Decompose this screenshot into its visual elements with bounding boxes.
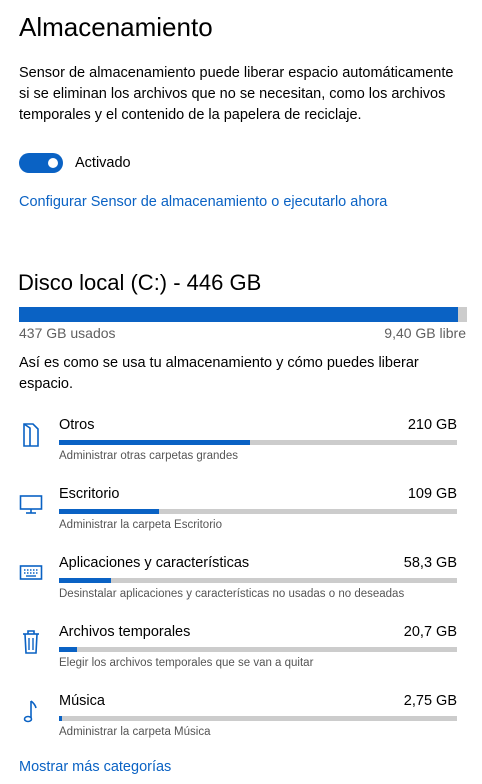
category-size: 109 GB <box>407 486 457 502</box>
category-usage-bar <box>59 647 457 652</box>
category-size: 2,75 GB <box>403 693 457 709</box>
category-name: Música <box>59 693 105 709</box>
page-title: Almacenamiento <box>19 12 213 42</box>
category-size: 58,3 GB <box>403 555 457 571</box>
category-archivos-temporales[interactable]: Archivos temporales 20,7 GB Elegir los a… <box>19 622 459 678</box>
category-usage-bar <box>59 716 457 721</box>
toggle-knob <box>48 158 58 168</box>
category-usage-bar <box>59 578 457 583</box>
disk-used-label: 437 GB usados <box>19 325 116 341</box>
configure-storage-sense-link[interactable]: Configurar Sensor de almacenamiento o ej… <box>19 194 387 210</box>
disk-usage-bar-fill <box>19 307 458 322</box>
category-usage-bar-fill <box>59 509 159 514</box>
monitor-icon <box>19 490 43 518</box>
category-usage-bar <box>59 509 457 514</box>
storage-sense-description: Sensor de almacenamiento puede liberar e… <box>19 65 454 123</box>
trash-icon <box>19 628 43 656</box>
category-escritorio[interactable]: Escritorio 109 GB Administrar la carpeta… <box>19 484 459 540</box>
category-usage-bar-fill <box>59 647 78 652</box>
document-icon <box>19 421 43 449</box>
category-musica[interactable]: Música 2,75 GB Administrar la carpeta Mú… <box>19 691 459 747</box>
category-usage-bar-fill <box>59 716 63 721</box>
music-note-icon <box>19 697 43 725</box>
category-name: Aplicaciones y características <box>59 555 250 571</box>
storage-sense-toggle[interactable] <box>19 153 63 173</box>
storage-sense-toggle-row: Activado <box>19 153 131 173</box>
category-aplicaciones[interactable]: Aplicaciones y características 58,3 GB D… <box>19 553 459 609</box>
category-usage-bar-fill <box>59 440 251 445</box>
category-name: Escritorio <box>59 486 120 502</box>
category-name: Otros <box>59 417 95 433</box>
category-subtitle: Administrar la carpeta Música <box>59 726 211 738</box>
keyboard-icon <box>19 559 43 587</box>
category-subtitle: Elegir los archivos temporales que se va… <box>59 657 314 669</box>
category-usage-bar <box>59 440 457 445</box>
category-size: 20,7 GB <box>403 624 457 640</box>
category-size: 210 GB <box>407 417 457 433</box>
disk-usage-bar <box>19 307 467 322</box>
category-subtitle: Desinstalar aplicaciones y característic… <box>59 588 405 600</box>
storage-sense-toggle-label: Activado <box>75 155 131 171</box>
disk-free-label: 9,40 GB libre <box>384 325 466 341</box>
category-subtitle: Administrar la carpeta Escritorio <box>59 519 222 531</box>
category-subtitle: Administrar otras carpetas grandes <box>59 450 238 462</box>
category-otros[interactable]: Otros 210 GB Administrar otras carpetas … <box>19 415 459 471</box>
show-more-categories-link[interactable]: Mostrar más categorías <box>19 759 171 775</box>
category-usage-bar-fill <box>59 578 112 583</box>
category-name: Archivos temporales <box>59 624 191 640</box>
usage-description: Así es como se usa tu almacenamiento y c… <box>19 355 419 392</box>
disk-title: Disco local (C:) - 446 GB <box>18 270 262 295</box>
